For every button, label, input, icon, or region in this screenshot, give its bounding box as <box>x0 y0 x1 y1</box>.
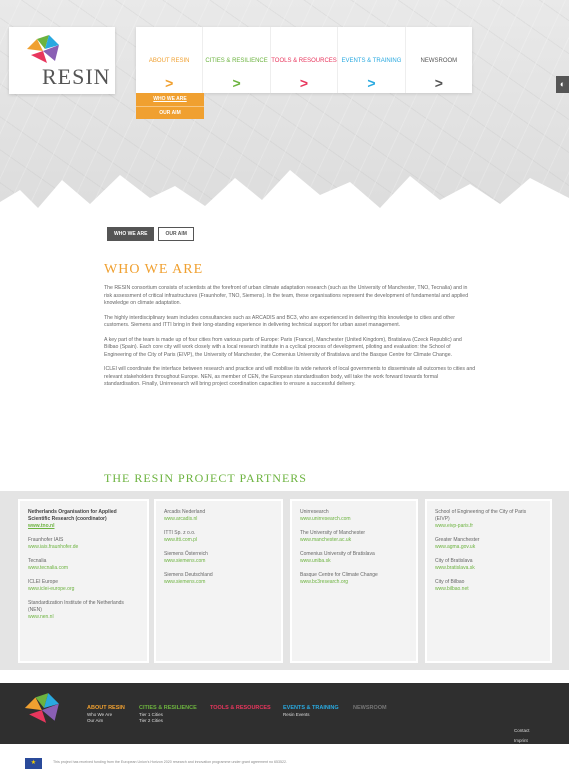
partner-link[interactable]: www.iclei-europe.org <box>28 586 139 593</box>
partner-name: Netherlands Organisation for Applied Sci… <box>28 509 117 522</box>
partner-name: ICLEI Europe <box>28 579 59 585</box>
resin-logo-icon <box>23 35 59 63</box>
submenu-who-we-are[interactable]: WHO WE ARE <box>136 93 204 106</box>
partner-link[interactable]: www.bc3research.org <box>300 579 408 586</box>
partner-name: City of Bratislava <box>435 558 473 564</box>
partner-name: Siemens Österreich <box>164 551 208 557</box>
logo-wordmark: RESIN <box>42 64 111 89</box>
about-submenu: WHO WE ARE OUR AIM <box>136 93 204 119</box>
footer-col-about: ABOUT RESIN Who We Are Our Aim <box>87 705 125 724</box>
partner-link[interactable]: www.tno.nl <box>28 523 139 530</box>
partner-name: Fraunhofer IAIS <box>28 537 64 543</box>
partner-name: Basque Centre for Climate Change <box>300 572 378 578</box>
nav-tools-resources[interactable]: TOOLS & RESOURCES > <box>271 27 339 93</box>
submenu-our-aim[interactable]: OUR AIM <box>136 106 204 119</box>
nav-about-resin[interactable]: ABOUT RESIN > <box>136 27 204 93</box>
footer-heading[interactable]: ABOUT RESIN <box>87 705 125 712</box>
partner-link[interactable]: www.itti.com.pl <box>164 537 273 544</box>
nav-label: CITIES & RESILIENCE <box>205 58 268 64</box>
footer-link[interactable]: Resin Events <box>283 712 339 718</box>
partner-name: Arcadis Nederland <box>164 509 206 515</box>
partner-name: City of Bilbao <box>435 579 465 585</box>
partner-card: Arcadis Nederland www.arcadis.nl ITTI Sp… <box>154 499 283 663</box>
contact-link[interactable]: Contact <box>514 726 530 736</box>
partner-name: Standardization Institute of the Netherl… <box>28 600 124 613</box>
partner-link[interactable]: www.bilbao.net <box>435 586 542 593</box>
share-toggle-button[interactable]: ◐ <box>556 76 569 93</box>
imprint-link[interactable]: Imprint <box>514 736 530 746</box>
partner-link[interactable]: www.bratislava.sk <box>435 565 542 572</box>
nav-label: NEWSROOM <box>420 58 458 64</box>
partners-heading: THE RESIN PROJECT PARTNERS <box>104 471 307 485</box>
nav-label: TOOLS & RESOURCES <box>271 58 337 64</box>
resin-logo[interactable]: RESIN <box>9 27 115 94</box>
page-title: WHO WE ARE <box>104 262 204 277</box>
footer-col-tools: TOOLS & RESOURCES <box>210 705 271 712</box>
partner-name: Greater Manchester <box>435 537 480 543</box>
partner-name: Siemens Deutschland <box>164 572 213 578</box>
partner-name: Comenius University of Bratislava <box>300 551 375 557</box>
partner-link[interactable]: www.agma.gov.uk <box>435 544 542 551</box>
about-content: WHO WE ARE The RESIN consortium consists… <box>104 262 476 396</box>
partner-link[interactable]: www.tecnalia.com <box>28 565 139 572</box>
footer-col-newsroom: NEWSROOM <box>353 705 387 712</box>
partner-link[interactable]: www.manchester.ac.uk <box>300 537 408 544</box>
body-paragraph: The highly interdisciplinary team includ… <box>104 314 455 329</box>
footer-heading[interactable]: EVENTS & TRAINING <box>283 705 339 712</box>
nav-label: EVENTS & TRAINING <box>341 58 402 64</box>
partner-link[interactable]: www.siemens.com <box>164 579 273 586</box>
partner-name: Unirresearch <box>300 509 329 515</box>
chevron-right-icon: > <box>232 75 241 91</box>
partner-card: School of Engineering of the City of Par… <box>425 499 552 663</box>
footer-heading[interactable]: NEWSROOM <box>353 705 387 712</box>
footer-heading[interactable]: TOOLS & RESOURCES <box>210 705 271 712</box>
footer-heading[interactable]: CITIES & RESILIENCE <box>139 705 197 712</box>
chevron-right-icon: > <box>299 75 309 91</box>
partner-name: ITTI Sp. z o.o. <box>164 530 196 536</box>
partner-link[interactable]: www.siemens.com <box>164 558 273 565</box>
footer-meta-links: Contact Imprint <box>514 726 530 746</box>
chevron-right-icon: > <box>367 75 376 91</box>
eu-flag-icon: ★ <box>25 758 42 769</box>
hero-mountain-edge <box>0 170 569 215</box>
nav-newsroom[interactable]: NEWSROOM > <box>406 27 472 93</box>
share-icon: ◐ <box>559 79 566 89</box>
tab-our-aim[interactable]: OUR AIM <box>158 227 194 241</box>
partner-card: Unirresearch www.unirresearch.com The Un… <box>290 499 418 663</box>
footer-link[interactable]: Tier 2 Cities <box>139 718 197 724</box>
partner-card: Netherlands Organisation for Applied Sci… <box>18 499 149 663</box>
partner-link[interactable]: www.arcadis.nl <box>164 516 273 523</box>
partner-name: School of Engineering of the City of Par… <box>435 509 527 522</box>
partner-link[interactable]: www.uniba.sk <box>300 558 408 565</box>
partner-link[interactable]: www.nen.nl <box>28 614 139 621</box>
body-paragraph: ICLEI will coordinate the interface betw… <box>104 366 476 387</box>
partner-name: Tecnalia <box>28 558 47 564</box>
nav-cities-resilience[interactable]: CITIES & RESILIENCE > <box>203 27 271 93</box>
footer-col-events: EVENTS & TRAINING Resin Events <box>283 705 339 718</box>
footer-logo-icon[interactable] <box>20 691 68 725</box>
footer-link[interactable]: Our Aim <box>87 718 125 724</box>
chevron-right-icon: > <box>165 75 174 91</box>
site-footer: ABOUT RESIN Who We Are Our Aim CITIES & … <box>0 683 569 744</box>
body-paragraph: A key part of the team is made up of fou… <box>104 336 462 358</box>
body-paragraph: The RESIN consortium consists of scienti… <box>104 285 469 306</box>
partner-name: The University of Manchester <box>300 530 366 536</box>
partner-link[interactable]: www.unirresearch.com <box>300 516 408 523</box>
partner-link[interactable]: www.iais.fraunhofer.de <box>28 544 139 551</box>
partner-link[interactable]: www.eivp-paris.fr <box>435 523 542 530</box>
chevron-right-icon: > <box>434 75 443 91</box>
nav-label: ABOUT RESIN <box>148 58 190 64</box>
tab-who-we-are[interactable]: WHO WE ARE <box>107 227 155 241</box>
eu-funding-notice: This project has received funding from t… <box>53 760 288 764</box>
footer-col-cities: CITIES & RESILIENCE Tier 1 Cities Tier 2… <box>139 705 197 724</box>
section-tabs: WHO WE ARE OUR AIM <box>107 227 194 241</box>
nav-events-training[interactable]: EVENTS & TRAINING > <box>338 27 406 93</box>
main-nav: ABOUT RESIN > CITIES & RESILIENCE > TOOL… <box>136 27 472 93</box>
